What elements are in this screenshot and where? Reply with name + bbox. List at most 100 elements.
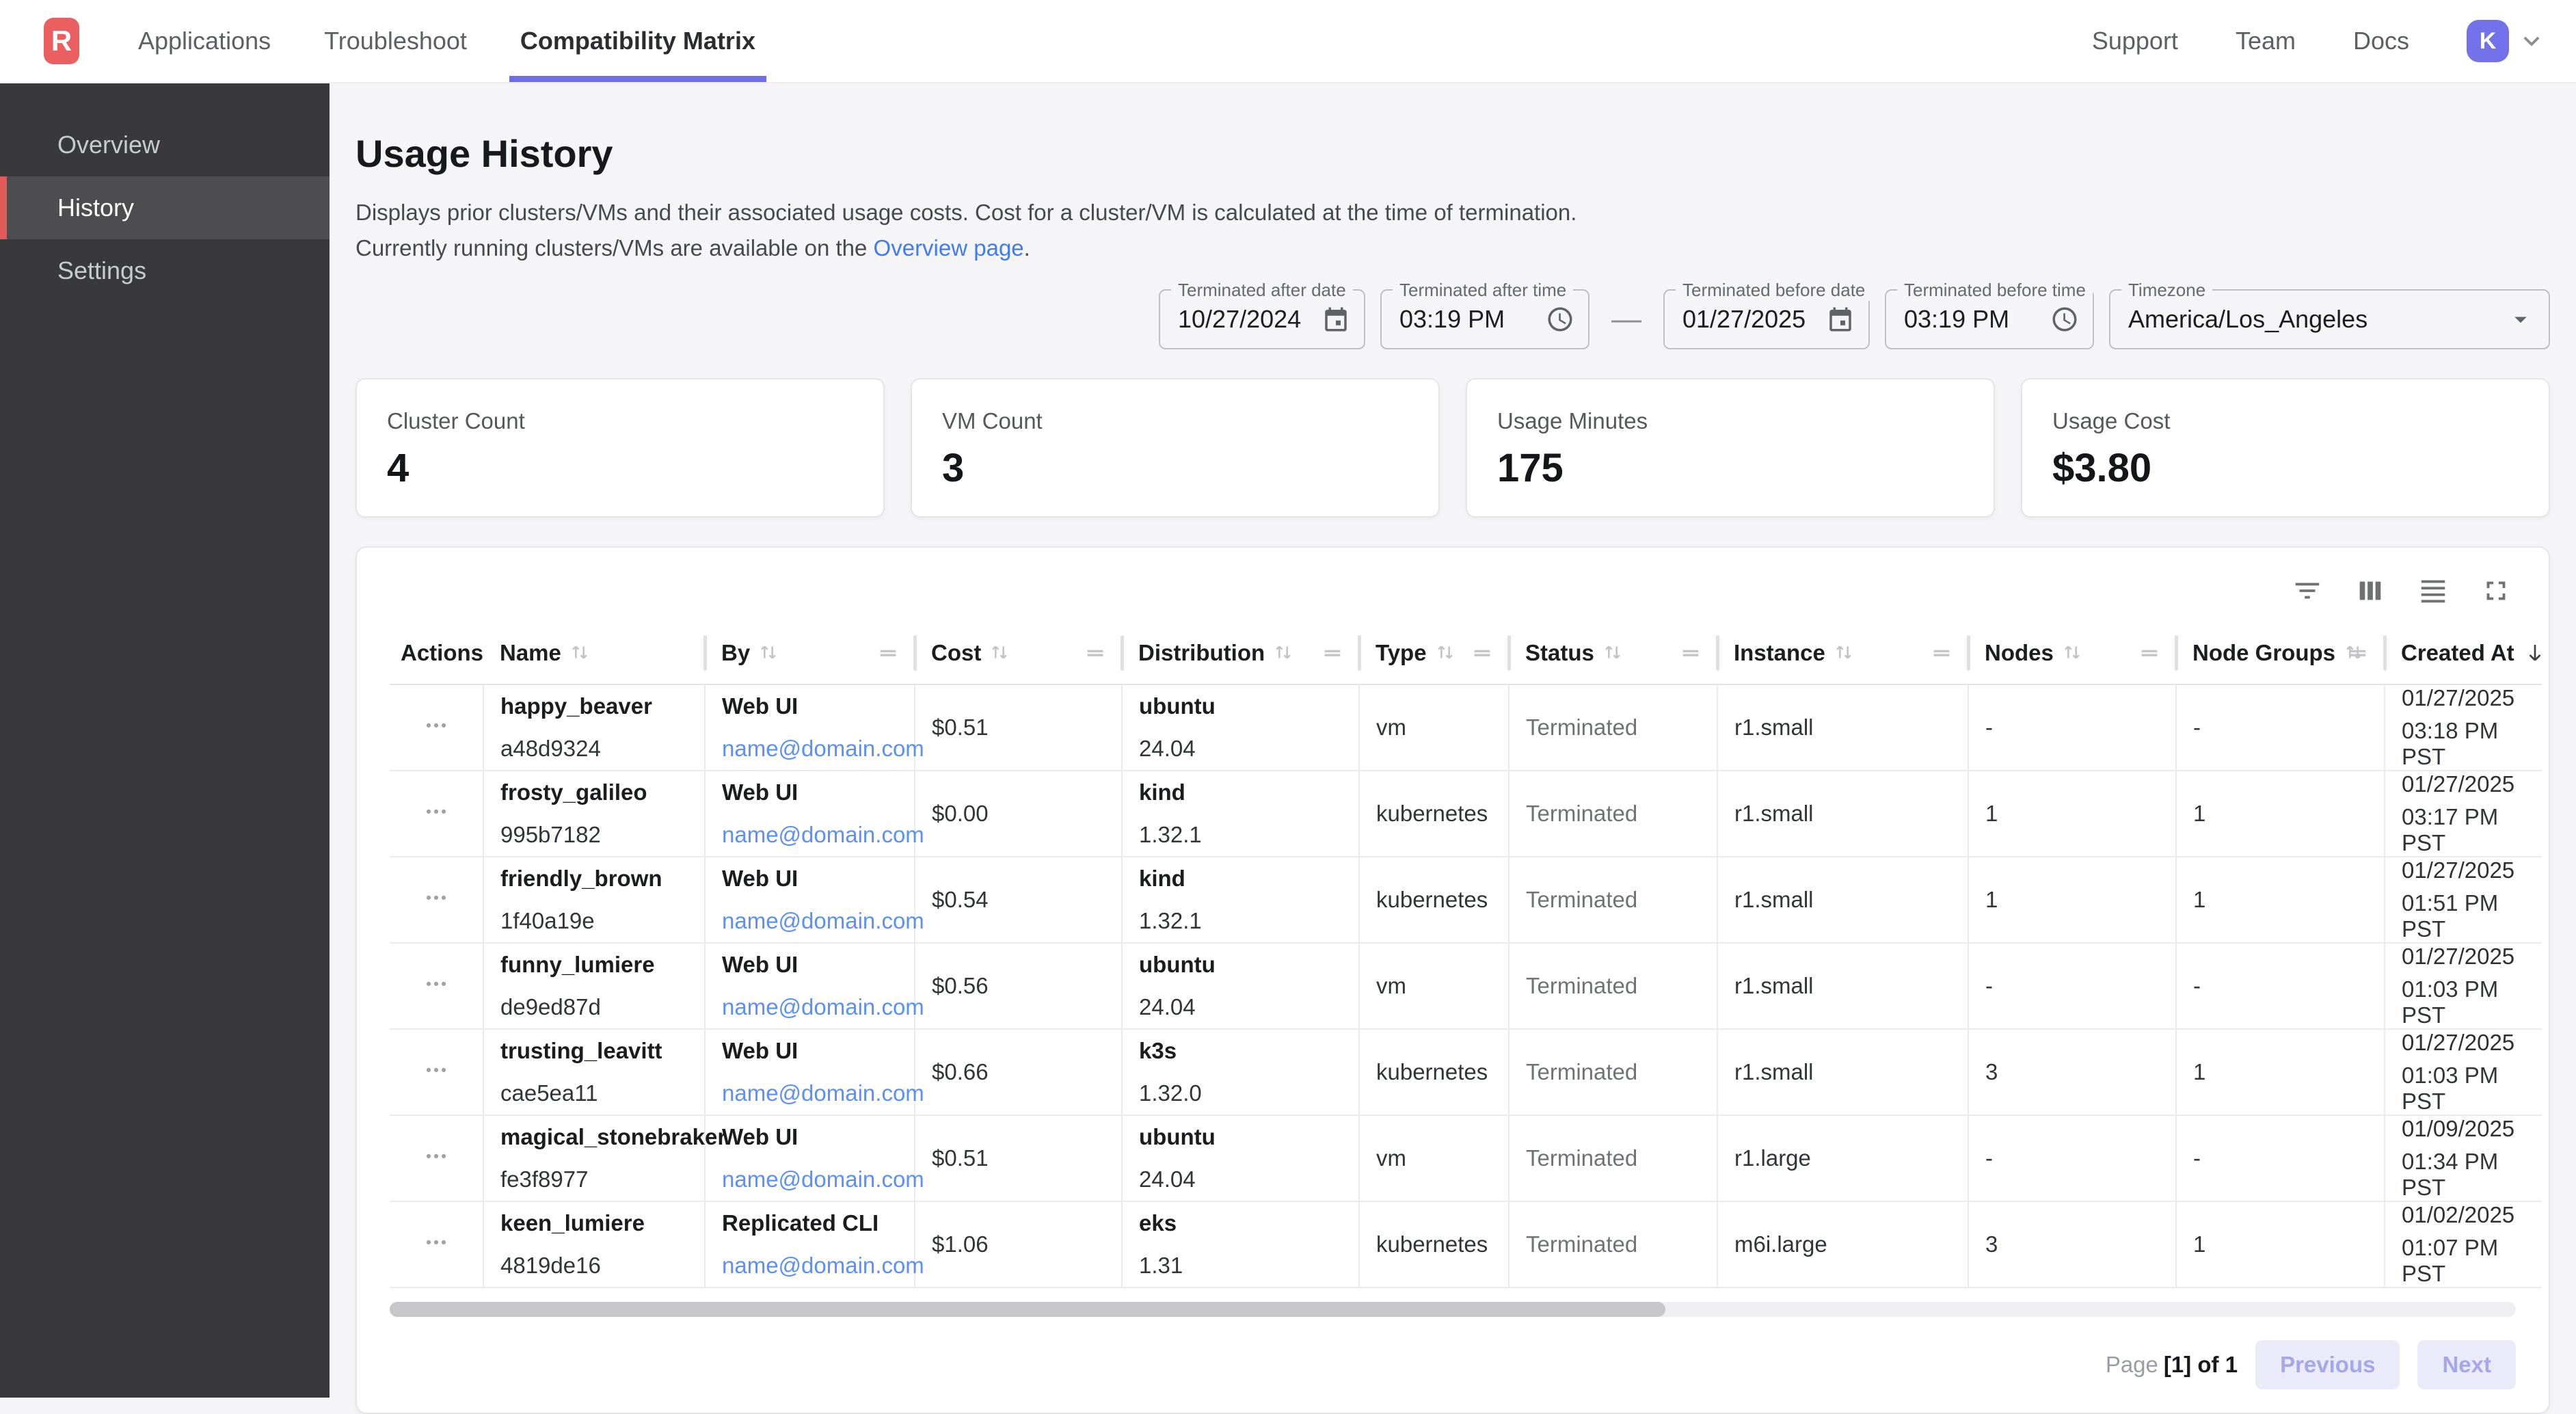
cell-name: happy_beavera48d9324 <box>483 684 705 771</box>
stat-value: 175 <box>1497 445 1963 491</box>
sort-icon <box>2061 641 2084 664</box>
cell-distribution: kind1.32.1 <box>1122 857 1359 943</box>
cell-created-at: 01/27/202503:18 PM PST <box>2385 684 2542 771</box>
app-logo[interactable]: R <box>44 18 79 64</box>
column-menu-icon[interactable] <box>1679 641 1702 665</box>
column-header-created-at[interactable]: Created At <box>2385 622 2542 684</box>
user-menu[interactable]: K <box>2467 20 2547 62</box>
column-menu-icon[interactable] <box>1930 641 1953 665</box>
columns-icon[interactable] <box>2348 568 2393 613</box>
previous-button[interactable]: Previous <box>2255 1340 2400 1389</box>
cell-node-groups: 1 <box>2176 857 2385 943</box>
cell-node-groups: 1 <box>2176 1201 2385 1288</box>
avatar: K <box>2467 20 2509 62</box>
row-actions-button[interactable] <box>421 1227 451 1257</box>
next-button[interactable]: Next <box>2417 1340 2516 1389</box>
sort-icon <box>1832 641 1855 664</box>
filter-icon[interactable] <box>2285 568 2330 613</box>
sidebar-item-overview[interactable]: Overview <box>0 114 330 176</box>
table-header-row: Actions Name By Cost Distribution Type S… <box>390 622 2542 684</box>
clock-icon[interactable] <box>2050 305 2079 334</box>
cell-type: kubernetes <box>1359 1201 1509 1288</box>
tab-applications[interactable]: Applications <box>138 0 271 82</box>
stat-label: Cluster Count <box>387 408 853 434</box>
column-menu-icon[interactable] <box>876 641 900 665</box>
terminated-after-date-field[interactable]: Terminated after date 10/27/2024 <box>1159 289 1365 349</box>
row-actions-button[interactable] <box>421 968 451 998</box>
cell-cost: $0.00 <box>915 771 1122 857</box>
cell-node-groups: - <box>2176 943 2385 1029</box>
table-toolbar <box>357 564 2549 622</box>
terminated-after-time-value: 03:19 PM <box>1399 305 1505 334</box>
email-link[interactable]: name@domain.com <box>722 1080 924 1106</box>
row-actions-button[interactable] <box>421 796 451 826</box>
cell-distribution: eks1.31 <box>1122 1201 1359 1288</box>
column-header-cost[interactable]: Cost <box>915 622 1122 684</box>
avatar-initial: K <box>2480 28 2497 55</box>
column-header-instance[interactable]: Instance <box>1717 622 1968 684</box>
tab-compatibility-matrix[interactable]: Compatibility Matrix <box>520 0 755 82</box>
nav-link-support[interactable]: Support <box>2092 27 2178 55</box>
email-link[interactable]: name@domain.com <box>722 1166 924 1192</box>
column-header-status[interactable]: Status <box>1509 622 1717 684</box>
calendar-icon[interactable] <box>1826 305 1855 334</box>
dropdown-arrow-icon <box>2506 305 2535 334</box>
overview-page-link[interactable]: Overview page <box>874 235 1024 261</box>
cell-status: Terminated <box>1509 771 1717 857</box>
sort-icon <box>1434 641 1457 664</box>
nav-link-docs[interactable]: Docs <box>2353 27 2409 55</box>
cell-instance: r1.small <box>1717 857 1968 943</box>
column-header-by[interactable]: By <box>705 622 915 684</box>
column-menu-icon[interactable] <box>2346 641 2370 665</box>
column-menu-icon[interactable] <box>1321 641 1344 665</box>
column-header-nodes[interactable]: Nodes <box>1968 622 2176 684</box>
column-menu-icon[interactable] <box>2138 641 2161 665</box>
row-actions-button[interactable] <box>421 710 451 740</box>
cell-cost: $0.66 <box>915 1029 1122 1115</box>
cell-node-groups: - <box>2176 684 2385 771</box>
email-link[interactable]: name@domain.com <box>722 822 924 847</box>
chevron-down-icon <box>2516 25 2547 57</box>
nav-link-team[interactable]: Team <box>2236 27 2296 55</box>
cell-nodes: - <box>1968 684 2176 771</box>
email-link[interactable]: name@domain.com <box>722 908 924 933</box>
cell-created-at: 01/09/202501:34 PM PST <box>2385 1115 2542 1201</box>
cell-created-at: 01/27/202503:17 PM PST <box>2385 771 2542 857</box>
column-menu-icon[interactable] <box>1084 641 1107 665</box>
row-actions-button[interactable] <box>421 1140 451 1171</box>
cell-type: vm <box>1359 1115 1509 1201</box>
email-link[interactable]: name@domain.com <box>722 1253 924 1278</box>
terminated-after-time-field[interactable]: Terminated after time 03:19 PM <box>1380 289 1589 349</box>
tab-troubleshoot[interactable]: Troubleshoot <box>324 0 467 82</box>
stat-card-cluster-count: Cluster Count 4 <box>355 378 885 518</box>
cell-nodes: 3 <box>1968 1201 2176 1288</box>
fullscreen-icon[interactable] <box>2473 568 2519 613</box>
cell-node-groups: 1 <box>2176 1029 2385 1115</box>
row-actions-button[interactable] <box>421 882 451 912</box>
cell-nodes: - <box>1968 943 2176 1029</box>
cell-nodes: - <box>1968 1115 2176 1201</box>
calendar-icon[interactable] <box>1321 305 1350 334</box>
clock-icon[interactable] <box>1546 305 1574 334</box>
pagination: Page[1] of 1 Previous Next <box>390 1340 2516 1389</box>
column-header-name[interactable]: Name <box>483 622 705 684</box>
terminated-before-date-field[interactable]: Terminated before date 01/27/2025 <box>1663 289 1870 349</box>
column-header-type[interactable]: Type <box>1359 622 1509 684</box>
sidebar-item-settings[interactable]: Settings <box>0 239 330 302</box>
column-header-node-groups[interactable]: Node Groups <box>2176 622 2385 684</box>
column-menu-icon[interactable] <box>1471 641 1494 665</box>
terminated-before-time-field[interactable]: Terminated before time 03:19 PM <box>1885 289 2094 349</box>
timezone-select[interactable]: Timezone America/Los_Angeles <box>2109 289 2550 349</box>
cell-type: kubernetes <box>1359 1029 1509 1115</box>
column-header-distribution[interactable]: Distribution <box>1122 622 1359 684</box>
row-actions-button[interactable] <box>421 1054 451 1084</box>
scrollbar-thumb[interactable] <box>390 1302 1665 1317</box>
cell-cost: $0.54 <box>915 857 1122 943</box>
density-icon[interactable] <box>2411 568 2456 613</box>
sidebar-item-history[interactable]: History <box>0 176 330 239</box>
email-link[interactable]: name@domain.com <box>722 736 924 761</box>
horizontal-scrollbar <box>390 1302 2516 1317</box>
sort-icon <box>988 641 1011 664</box>
timezone-value: America/Los_Angeles <box>2128 305 2367 334</box>
email-link[interactable]: name@domain.com <box>722 994 924 1019</box>
